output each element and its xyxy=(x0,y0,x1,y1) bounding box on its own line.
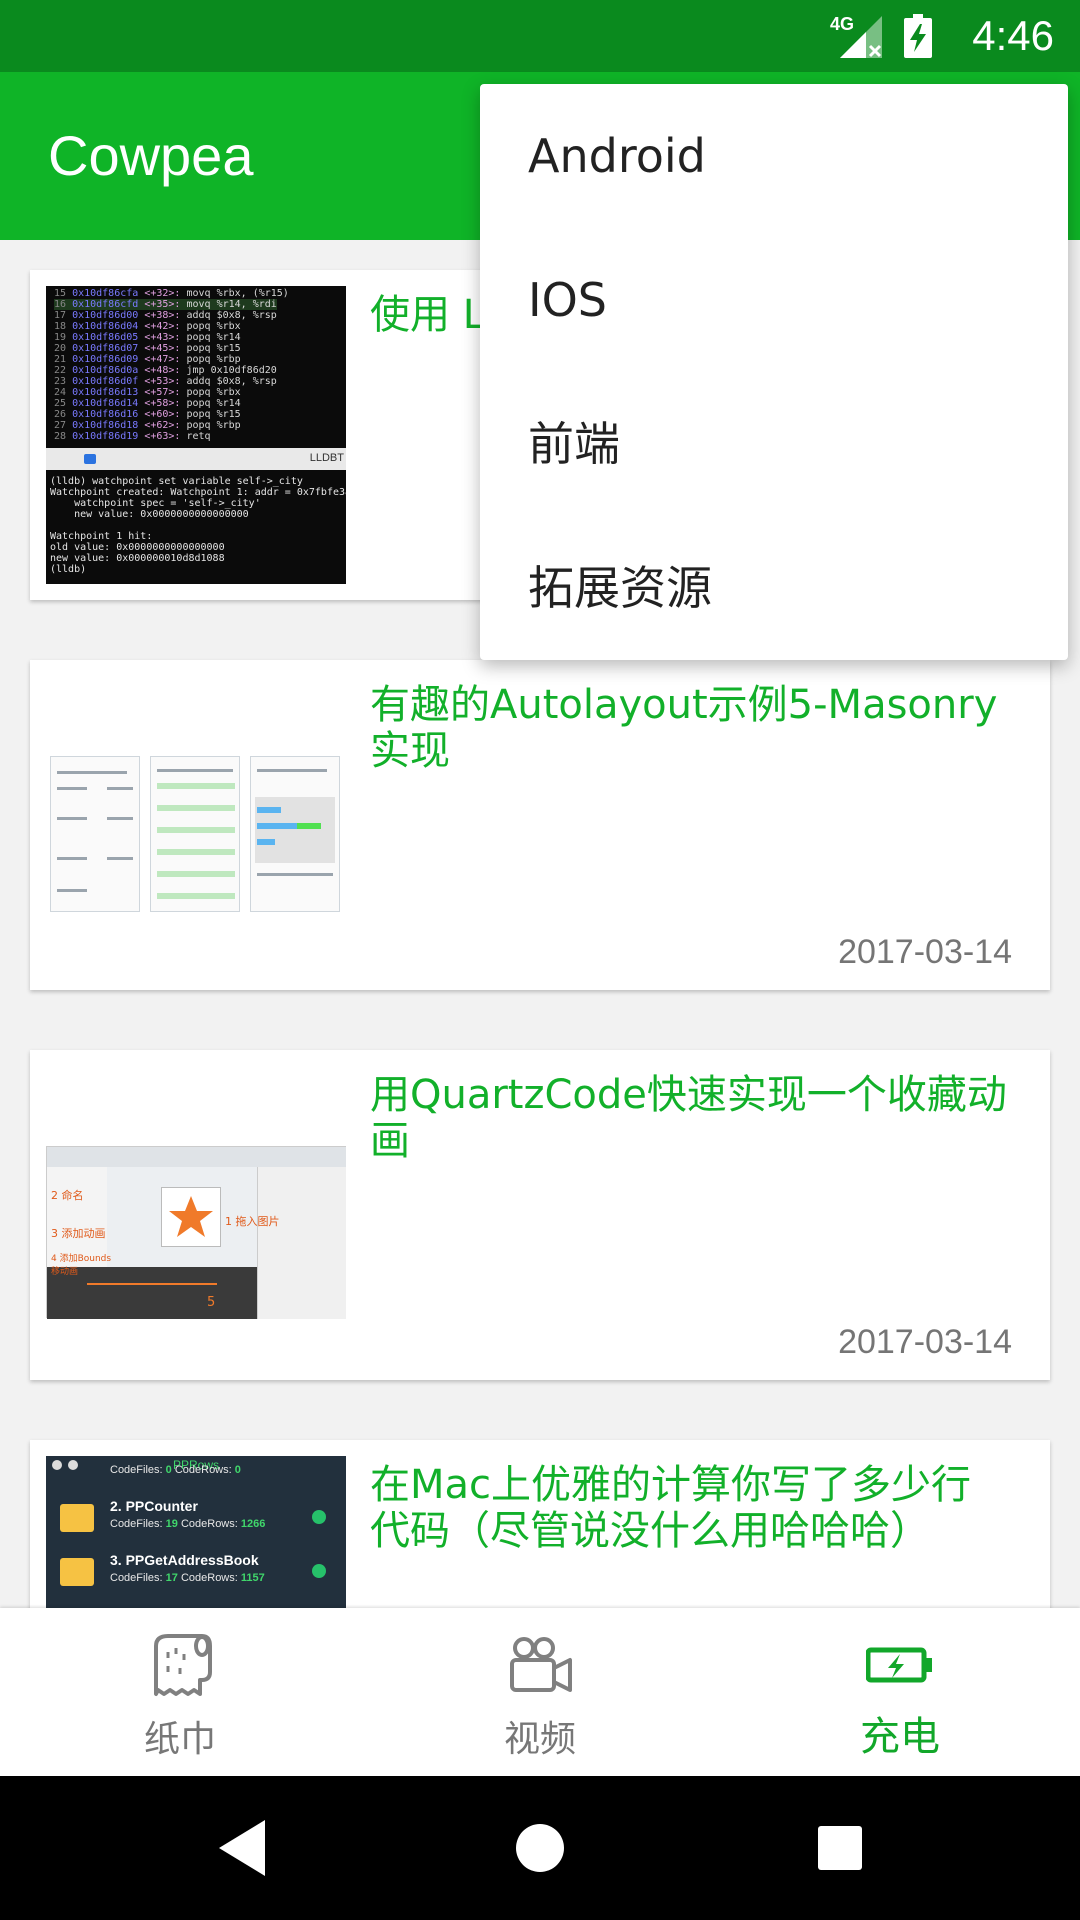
overflow-menu: Android IOS 前端 拓展资源 xyxy=(480,84,1068,660)
folder-icon xyxy=(60,1558,94,1586)
project-name: 2. PPCounter xyxy=(110,1498,198,1514)
menu-item-label: Android xyxy=(528,129,706,183)
status-time: 4:46 xyxy=(972,12,1054,59)
system-navigation-bar xyxy=(0,1776,1080,1920)
signal-icon: 4G xyxy=(830,14,884,60)
menu-item-android[interactable]: Android xyxy=(480,84,1068,228)
quartzcode-screenshot: 1 拖入图片 2 命名 3 添加动画 4 添加Bounds 移动画 5 xyxy=(46,1146,346,1319)
phone-screenshot xyxy=(150,756,240,912)
battery-charging-icon xyxy=(904,14,932,58)
code-line: 25 0x10df86d14 <+58>: popq %r14 xyxy=(54,398,241,409)
menu-item-label: IOS xyxy=(528,273,607,327)
menu-item-label: 拓展资源 xyxy=(528,561,712,615)
article-date: 2017-03-14 xyxy=(838,933,1012,971)
home-icon[interactable] xyxy=(504,1812,576,1884)
code-line: 22 0x10df86d0a <+48>: jmp 0x10df86d20 xyxy=(54,365,277,376)
annotation: 2 命名 xyxy=(51,1189,84,1202)
phone-screenshot xyxy=(50,756,140,912)
app-title: Cowpea xyxy=(48,124,254,187)
project-stats: CodeFiles: 0 CodeRows: 0 xyxy=(110,1464,241,1476)
article-card[interactable]: 有趣的Autolayout示例5-Masonry实现 2017-03-14 xyxy=(30,660,1050,990)
nav-label: 视频 xyxy=(503,1719,576,1760)
video-camera-icon xyxy=(510,1637,572,1692)
menu-item-ios[interactable]: IOS xyxy=(480,228,1068,372)
annotation: 3 添加动画 xyxy=(51,1227,106,1240)
recents-icon[interactable] xyxy=(804,1812,876,1884)
nav-item-tissue[interactable]: 纸巾 xyxy=(0,1608,360,1776)
code-line: 24 0x10df86d13 <+57>: popq %rbx xyxy=(54,387,241,398)
debugger-screenshot: LLDBT (lldb) watchpoint set variable sel… xyxy=(46,286,346,584)
article-card[interactable]: PPRows CodeFiles: 0 CodeRows: 0 2. PPCoun… xyxy=(30,1440,1050,1608)
nav-label: 充电 xyxy=(860,1714,940,1760)
article-title[interactable]: 在Mac上优雅的计算你写了多少行代码（尽管说没什么用哈哈哈） xyxy=(370,1462,1010,1554)
project-stats: CodeFiles: 17 CodeRows: 1157 xyxy=(110,1572,265,1584)
tissue-roll-icon xyxy=(154,1634,212,1696)
code-line: 17 0x10df86d00 <+38>: addq $0x8, %rsp xyxy=(54,310,277,321)
nav-label: 纸巾 xyxy=(143,1719,216,1760)
menu-item-frontend[interactable]: 前端 xyxy=(480,372,1068,516)
project-name: 3. PPGetAddressBook xyxy=(110,1552,259,1568)
nav-item-charge[interactable]: 充电 xyxy=(720,1608,1080,1776)
article-title[interactable]: 用QuartzCode快速实现一个收藏动画 xyxy=(370,1072,1010,1164)
code-line: 26 0x10df86d16 <+60>: popq %r15 xyxy=(54,409,241,420)
battery-charging-icon xyxy=(866,1647,932,1683)
status-bar: 4G 4:46 xyxy=(0,0,1080,72)
debugger-toolbar: LLDBT xyxy=(46,448,346,470)
code-line: 23 0x10df86d0f <+53>: addq $0x8, %rsp xyxy=(54,376,277,387)
project-stats: CodeFiles: 19 CodeRows: 1266 xyxy=(110,1518,266,1530)
code-line: 16 0x10df86cfd <+35>: movq %r14, %rdi xyxy=(54,299,277,310)
back-icon[interactable] xyxy=(205,1812,277,1884)
article-thumbnail: 1 拖入图片 2 命名 3 添加动画 4 添加Bounds 移动画 5 xyxy=(46,1066,346,1364)
annotation: 4 添加Bounds 移动画 xyxy=(51,1254,112,1277)
code-line: 19 0x10df86d05 <+43>: popq %r14 xyxy=(54,332,241,343)
annotation: 5 xyxy=(207,1295,216,1310)
project-row: CodeFiles: 0 CodeRows: 0 xyxy=(60,1456,340,1494)
phone-screenshot xyxy=(250,756,340,912)
breakpoint-icon xyxy=(84,454,96,464)
code-line: 21 0x10df86d09 <+47>: popq %rbp xyxy=(54,354,241,365)
code-line: 27 0x10df86d18 <+62>: popq %rbp xyxy=(54,420,241,431)
pprows-screenshot: PPRows CodeFiles: 0 CodeRows: 0 2. PPCoun… xyxy=(46,1456,346,1608)
check-icon xyxy=(312,1510,326,1524)
menu-item-resources[interactable]: 拓展资源 xyxy=(480,516,1068,660)
menu-item-label: 前端 xyxy=(528,417,620,471)
star-icon xyxy=(169,1196,213,1237)
project-row: 3. PPGetAddressBook CodeFiles: 17 CodeRow… xyxy=(60,1550,340,1602)
project-row: 2. PPCounter CodeFiles: 19 CodeRows: 1266 xyxy=(60,1496,340,1548)
article-date: 2017-03-14 xyxy=(838,1323,1012,1361)
code-line: 20 0x10df86d07 <+45>: popq %r15 xyxy=(54,343,241,354)
article-card[interactable]: 1 拖入图片 2 命名 3 添加动画 4 添加Bounds 移动画 5 用Qua… xyxy=(30,1050,1050,1380)
annotation: 1 拖入图片 xyxy=(225,1215,280,1228)
code-line: 28 0x10df86d19 <+63>: retq xyxy=(54,431,211,442)
article-thumbnail: PPRows CodeFiles: 0 CodeRows: 0 2. PPCoun… xyxy=(46,1456,346,1608)
code-line: 15 0x10df86cfa <+32>: movq %rbx, (%r15) xyxy=(54,288,289,299)
toolbar-label: LLDBT xyxy=(309,452,344,464)
article-thumbnail xyxy=(46,676,346,974)
check-icon xyxy=(312,1564,326,1578)
lldb-console: (lldb) watchpoint set variable self->_ci… xyxy=(50,476,346,575)
article-title[interactable]: 有趣的Autolayout示例5-Masonry实现 xyxy=(370,682,1010,774)
nav-item-video[interactable]: 视频 xyxy=(360,1608,720,1776)
folder-icon xyxy=(60,1504,94,1532)
bottom-navigation: 纸巾 视频 充电 xyxy=(0,1608,1080,1776)
code-line: 18 0x10df86d04 <+42>: popq %rbx xyxy=(54,321,241,332)
article-thumbnail: LLDBT (lldb) watchpoint set variable sel… xyxy=(46,286,346,584)
